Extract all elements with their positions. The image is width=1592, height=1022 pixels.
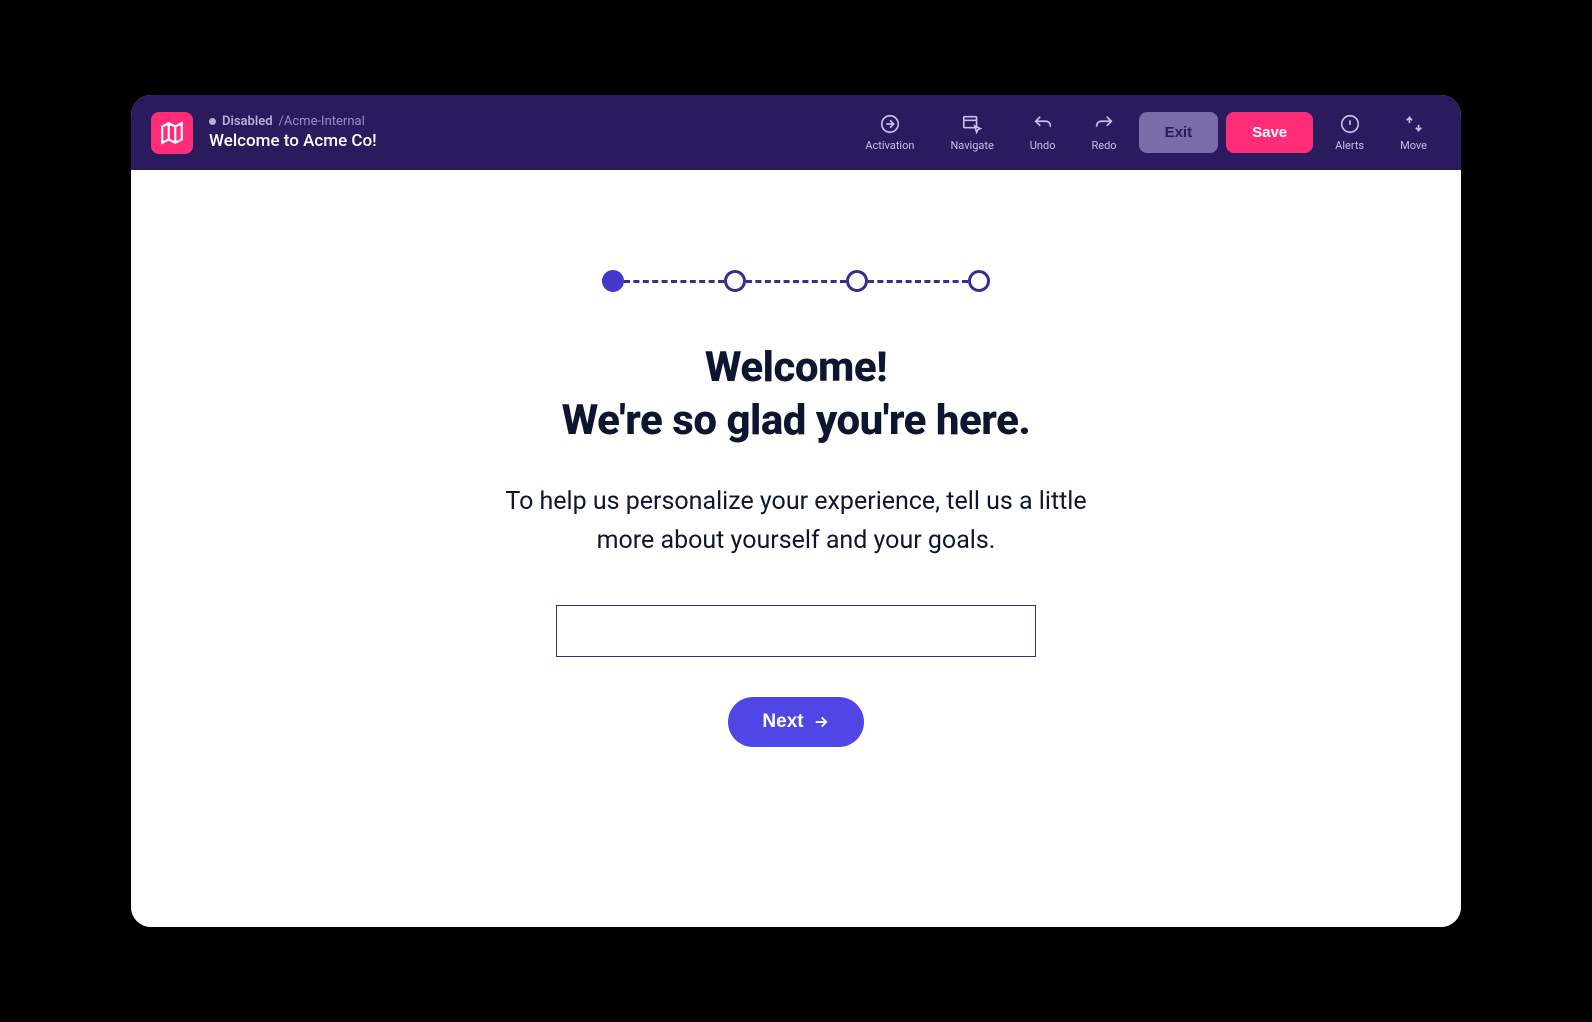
exit-button[interactable]: Exit xyxy=(1139,112,1219,153)
app-logo[interactable] xyxy=(151,112,193,154)
undo-label: Undo xyxy=(1030,139,1056,152)
redo-button[interactable]: Redo xyxy=(1077,107,1130,158)
activation-label: Activation xyxy=(865,139,914,152)
undo-button[interactable]: Undo xyxy=(1016,107,1070,158)
toolbar: Activation Navigate Undo Redo Exit Save … xyxy=(851,107,1441,158)
app-window: Disabled /Acme-Internal Welcome to Acme … xyxy=(131,95,1461,927)
arrow-right-icon xyxy=(812,713,830,731)
arrow-circle-right-icon xyxy=(879,113,901,135)
redo-icon xyxy=(1093,113,1115,135)
status-row: Disabled /Acme-Internal xyxy=(209,114,835,129)
alert-circle-icon xyxy=(1339,113,1361,135)
status-label: Disabled xyxy=(222,114,273,129)
step-dot-2[interactable] xyxy=(724,270,746,292)
step-dot-4[interactable] xyxy=(968,270,990,292)
step-connector xyxy=(868,280,968,283)
header-bar: Disabled /Acme-Internal Welcome to Acme … xyxy=(131,95,1461,170)
status-dot-icon xyxy=(209,118,216,125)
step-connector xyxy=(746,280,846,283)
welcome-heading: Welcome! We're so glad you're here. xyxy=(562,342,1031,447)
next-button[interactable]: Next xyxy=(728,697,863,747)
breadcrumb[interactable]: /Acme-Internal xyxy=(279,114,365,129)
undo-icon xyxy=(1032,113,1054,135)
navigate-label: Navigate xyxy=(950,139,993,152)
redo-label: Redo xyxy=(1091,139,1116,152)
map-icon xyxy=(159,120,185,146)
page-title: Welcome to Acme Co! xyxy=(209,131,835,151)
progress-stepper xyxy=(602,270,990,292)
step-dot-1[interactable] xyxy=(602,270,624,292)
title-block: Disabled /Acme-Internal Welcome to Acme … xyxy=(209,114,835,151)
save-button[interactable]: Save xyxy=(1226,112,1313,153)
user-input-field[interactable] xyxy=(556,605,1036,657)
move-label: Move xyxy=(1400,139,1427,152)
step-dot-3[interactable] xyxy=(846,270,868,292)
move-arrows-icon xyxy=(1403,113,1425,135)
next-button-label: Next xyxy=(762,711,803,733)
cursor-window-icon xyxy=(961,113,983,135)
main-content: Welcome! We're so glad you're here. To h… xyxy=(131,170,1461,927)
alerts-button[interactable]: Alerts xyxy=(1321,107,1378,158)
step-connector xyxy=(624,280,724,283)
heading-line-2: We're so glad you're here. xyxy=(562,396,1031,445)
activation-button[interactable]: Activation xyxy=(851,107,928,158)
heading-line-1: Welcome! xyxy=(705,343,887,392)
welcome-subheading: To help us personalize your experience, … xyxy=(486,483,1106,561)
navigate-button[interactable]: Navigate xyxy=(936,107,1007,158)
alerts-label: Alerts xyxy=(1335,139,1364,152)
move-button[interactable]: Move xyxy=(1386,107,1441,158)
